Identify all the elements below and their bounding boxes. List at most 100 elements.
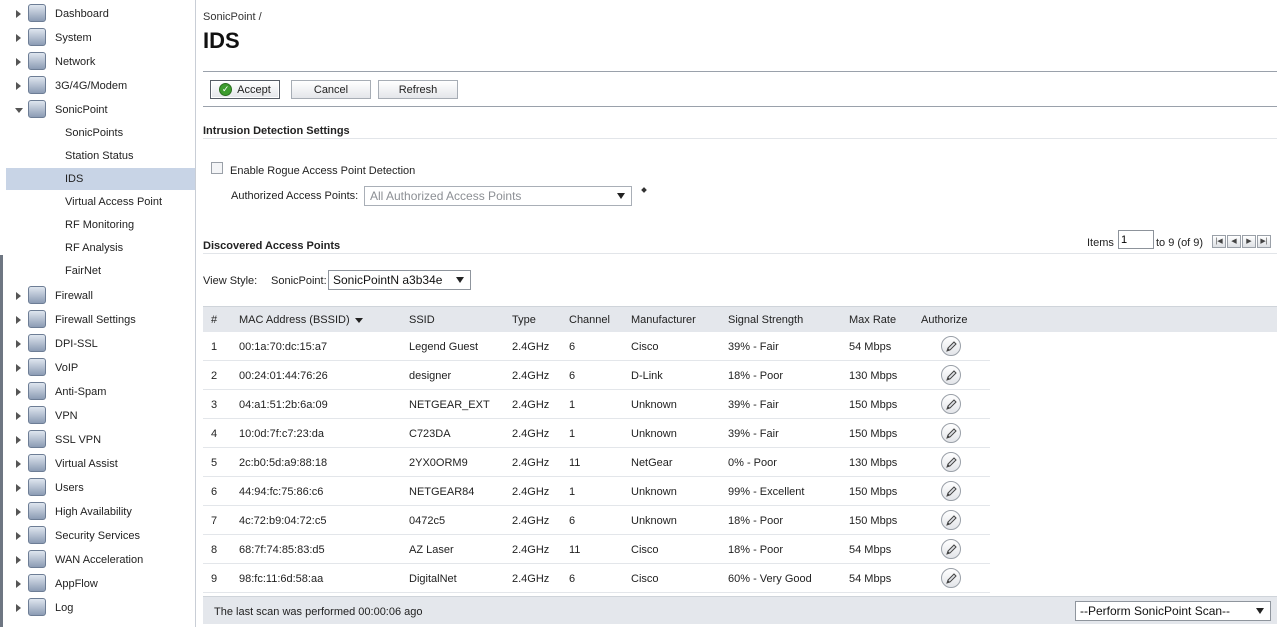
sidebar-item-vpn[interactable]: VPN	[6, 405, 195, 427]
pencil-icon	[946, 573, 957, 584]
sidebar-item-sonicpoint[interactable]: SonicPoint	[6, 99, 195, 121]
table-row[interactable]: 3 04:a1:51:2b:6a:09 NETGEAR_EXT 2.4GHz 1 Unkn…	[203, 390, 990, 419]
table-row[interactable]: 4 10:0d:7f:c7:23:da C723DA 2.4GHz 1 Unknown 39…	[203, 419, 990, 448]
last-page-button[interactable]: ▶|	[1257, 235, 1271, 248]
sidebar-item-log[interactable]: Log	[6, 597, 195, 619]
cell-signal: 18% - Poor	[728, 370, 784, 382]
sidebar-item-label: Firewall Settings	[55, 314, 136, 326]
chevron-right-icon[interactable]	[16, 82, 21, 90]
authorize-edit-button[interactable]	[941, 452, 961, 472]
chevron-right-icon[interactable]	[16, 58, 21, 66]
chevron-right-icon[interactable]	[16, 340, 21, 348]
sidebar-subitem-fairnet[interactable]: FairNet	[6, 260, 195, 282]
sidebar-item-high-availability[interactable]: High Availability	[6, 501, 195, 523]
sidebar-subitem-ids[interactable]: IDS	[6, 168, 195, 190]
col-ssid[interactable]: SSID	[409, 314, 435, 326]
sidebar-subitem-sonicpoints[interactable]: SonicPoints	[6, 122, 195, 144]
cell-type: 2.4GHz	[512, 486, 550, 498]
accept-button[interactable]: ✓ Accept	[210, 80, 280, 99]
sidebar-item-wan-acceleration[interactable]: WAN Acceleration	[6, 549, 195, 571]
sidebar-item-label: System	[55, 32, 92, 44]
table-row[interactable]: 5 2c:b0:5d:a9:88:18 2YX0ORM9 2.4GHz 11 NetGea…	[203, 448, 990, 477]
chevron-right-icon[interactable]	[16, 604, 21, 612]
cancel-button[interactable]: Cancel	[291, 80, 371, 99]
chevron-right-icon[interactable]	[16, 388, 21, 396]
col-max-rate[interactable]: Max Rate	[849, 314, 896, 326]
refresh-button[interactable]: Refresh	[378, 80, 458, 99]
breadcrumb[interactable]: SonicPoint /	[203, 11, 262, 23]
chevron-right-icon[interactable]	[16, 10, 21, 18]
chevron-right-icon[interactable]	[16, 316, 21, 324]
sidebar-item-voip[interactable]: VoIP	[6, 357, 195, 379]
chevron-right-icon[interactable]	[16, 508, 21, 516]
sidebar-item-network[interactable]: Network	[6, 51, 195, 73]
sidebar-edge	[0, 255, 3, 627]
chevron-right-icon[interactable]	[16, 460, 21, 468]
cell-channel: 1	[569, 428, 576, 440]
table-row[interactable]: 2 00:24:01:44:76:26 designer 2.4GHz 6 D-Link 1…	[203, 361, 990, 390]
chevron-down-icon[interactable]	[15, 107, 23, 113]
sonicpoint-select[interactable]: SonicPointN a3b34e	[328, 270, 471, 290]
chevron-right-icon[interactable]	[16, 34, 21, 42]
sidebar-item-label: Users	[55, 482, 84, 494]
firewall-settings-icon	[28, 310, 46, 328]
sidebar-subitem-virtual-access-point[interactable]: Virtual Access Point	[6, 191, 195, 213]
sidebar-subitem-rf-monitoring[interactable]: RF Monitoring	[6, 214, 195, 236]
sidebar-item-firewall[interactable]: Firewall	[6, 285, 195, 307]
chevron-right-icon[interactable]	[16, 532, 21, 540]
sidebar-subitem-station-status[interactable]: Station Status	[6, 145, 195, 167]
authorize-edit-button[interactable]	[941, 394, 961, 414]
col-mac[interactable]: MAC Address (BSSID)	[239, 314, 363, 326]
sidebar-item-firewall-settings[interactable]: Firewall Settings	[6, 309, 195, 331]
sidebar-item-ssl-vpn[interactable]: SSL VPN	[6, 429, 195, 451]
authorize-edit-button[interactable]	[941, 423, 961, 443]
chevron-right-icon[interactable]	[16, 436, 21, 444]
prev-page-button[interactable]: ◀	[1227, 235, 1241, 248]
next-page-button[interactable]: ▶	[1242, 235, 1256, 248]
authorize-edit-button[interactable]	[941, 481, 961, 501]
page-title: IDS	[203, 28, 240, 53]
authorize-edit-button[interactable]	[941, 539, 961, 559]
first-page-button[interactable]: |◀	[1212, 235, 1226, 248]
chevron-right-icon[interactable]	[16, 484, 21, 492]
view-style-label: View Style:	[203, 275, 258, 287]
page-number-input[interactable]	[1118, 230, 1154, 249]
sidebar-item-dpi-ssl[interactable]: DPI-SSL	[6, 333, 195, 355]
authorize-edit-button[interactable]	[941, 365, 961, 385]
rogue-detection-checkbox[interactable]	[211, 162, 223, 174]
table-row[interactable]: 6 44:94:fc:75:86:c6 NETGEAR84 2.4GHz 1 Unknow…	[203, 477, 990, 506]
authorize-edit-button[interactable]	[941, 336, 961, 356]
authorize-edit-button[interactable]	[941, 510, 961, 530]
table-row[interactable]: 9 98:fc:11:6d:58:aa DigitalNet 2.4GHz 6 Cisco…	[203, 564, 990, 593]
chevron-right-icon[interactable]	[16, 556, 21, 564]
cell-mac: 44:94:fc:75:86:c6	[239, 486, 324, 498]
sidebar-item-appflow[interactable]: AppFlow	[6, 573, 195, 595]
chevron-right-icon[interactable]	[16, 364, 21, 372]
sidebar-item-virtual-assist[interactable]: Virtual Assist	[6, 453, 195, 475]
table-row[interactable]: 8 68:7f:74:85:83:d5 AZ Laser 2.4GHz 11 Cisco 1…	[203, 535, 990, 564]
chevron-right-icon[interactable]	[16, 580, 21, 588]
table-row[interactable]: 1 00:1a:70:dc:15:a7 Legend Guest 2.4GHz 6 Cis…	[203, 332, 990, 361]
col-manufacturer[interactable]: Manufacturer	[631, 314, 696, 326]
sidebar-subitem-label: SonicPoints	[65, 127, 124, 139]
sidebar-item-3g-4g-modem[interactable]: 3G/4G/Modem	[6, 75, 195, 97]
authorize-edit-button[interactable]	[941, 568, 961, 588]
table-row[interactable]: 7 4c:72:b9:04:72:c5 0472c5 2.4GHz 6 Unknown 18…	[203, 506, 990, 535]
col-channel[interactable]: Channel	[569, 314, 610, 326]
sidebar-item-security-services[interactable]: Security Services	[6, 525, 195, 547]
chevron-right-icon[interactable]	[16, 292, 21, 300]
toolbar-divider	[203, 106, 1277, 107]
col-type[interactable]: Type	[512, 314, 536, 326]
cell-max-rate: 150 Mbps	[849, 399, 898, 411]
sidebar-item-label: Dashboard	[55, 8, 109, 20]
cell-type: 2.4GHz	[512, 341, 550, 353]
sidebar-item-anti-spam[interactable]: Anti-Spam	[6, 381, 195, 403]
chevron-right-icon[interactable]	[16, 412, 21, 420]
col-signal[interactable]: Signal Strength	[728, 314, 803, 326]
scan-action-select[interactable]: --Perform SonicPoint Scan--	[1075, 601, 1271, 621]
sidebar-item-system[interactable]: System	[6, 27, 195, 49]
sidebar-item-users[interactable]: Users	[6, 477, 195, 499]
sidebar-item-dashboard[interactable]: Dashboard	[6, 3, 195, 25]
sidebar-subitem-rf-analysis[interactable]: RF Analysis	[6, 237, 195, 259]
authorized-ap-select[interactable]: All Authorized Access Points	[364, 186, 632, 206]
